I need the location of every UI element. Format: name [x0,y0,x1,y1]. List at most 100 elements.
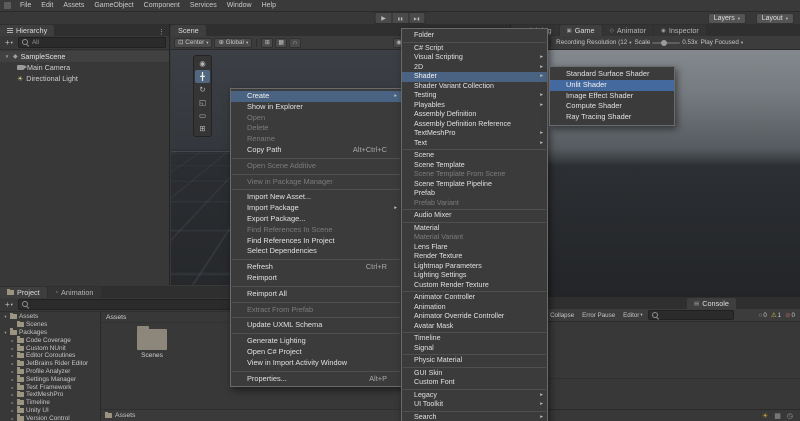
tab-console[interactable]: ▤ Console [687,298,736,309]
menu-item-import-package[interactable]: Import Package ▸ [231,203,401,214]
project-tree-item-editor-coroutines[interactable]: ▸ Editor Coroutines [0,351,100,360]
expand-arrow-icon[interactable]: ▸ [10,385,15,390]
slider-thumb[interactable] [660,39,667,46]
info-badge[interactable]: ○ 0 [758,312,766,319]
menu-assets[interactable]: Assets [58,2,89,9]
menu-item-lens-flare[interactable]: Lens Flare [402,243,547,253]
tab-scene[interactable]: Scene [171,25,206,36]
play-focused-dropdown[interactable]: Play Focused ▾ [701,39,743,46]
move-tool-button[interactable]: ╋ [195,70,210,83]
menu-help[interactable]: Help [257,2,281,9]
menu-item-prefab[interactable]: Prefab [402,189,547,199]
tab-game[interactable]: ▣ Game [559,25,602,36]
menu-item-animator-override-controller[interactable]: Animator Override Controller [402,312,547,322]
project-tree-item-scenes[interactable]: Scenes [0,320,100,329]
project-tree-item-profile-analyzer[interactable]: ▸ Profile Analyzer [0,367,100,376]
menu-item-folder[interactable]: Folder [402,31,547,41]
menu-item-copy-path[interactable]: Copy Path Alt+Ctrl+C [231,145,401,156]
menu-item-assembly-definition-reference[interactable]: Assembly Definition Reference [402,120,547,130]
pivot-dropdown[interactable]: ⊡ Center ▾ [174,37,213,48]
play-button[interactable]: ▶ [374,12,392,24]
menu-edit[interactable]: Edit [36,2,58,9]
menu-item-text[interactable]: Text ▸ [402,139,547,149]
menu-item-view-in-import-activity-window[interactable]: View in Import Activity Window [231,358,401,369]
console-log-area[interactable] [511,322,800,409]
project-tree-item-settings-manager[interactable]: ▸ Settings Manager [0,375,100,383]
cache-icon[interactable]: ▦ [774,412,781,420]
menu-item-legacy[interactable]: Legacy ▸ [402,391,547,401]
transform-tool-button[interactable]: ⊞ [195,122,210,135]
expand-arrow-icon[interactable]: ▸ [10,377,15,382]
menu-item-properties[interactable]: Properties... Alt+P [231,374,401,385]
asset-folder-scenes[interactable]: Scenes [129,326,175,359]
menu-component[interactable]: Component [139,2,185,9]
layers-dropdown[interactable]: Layers ▾ [707,13,746,24]
auto-lighting-icon[interactable]: ☀ [762,412,768,420]
menu-item-create[interactable]: Create ▸ [231,91,401,102]
hierarchy-item-main-camera[interactable]: Main Camera [0,62,169,73]
add-object-button[interactable]: + ▾ [3,38,15,47]
menu-item-lightmap-parameters[interactable]: Lightmap Parameters [402,262,547,272]
menu-item-custom-render-texture[interactable]: Custom Render Texture [402,281,547,291]
collapse-toggle[interactable]: Collapse [547,310,577,320]
tab-project[interactable]: Project [0,287,47,298]
kebab-menu-icon[interactable]: ⋮ [154,28,169,36]
create-asset-button[interactable]: + ▾ [3,300,15,309]
hierarchy-search-input[interactable]: All [17,37,166,48]
menu-item-signal[interactable]: Signal [402,344,547,354]
error-badge[interactable]: ⊘ 0 [785,311,795,320]
menu-item-scene[interactable]: Scene [402,151,547,161]
rotate-tool-button[interactable]: ↻ [195,83,210,96]
layout-dropdown[interactable]: Layout ▾ [755,13,794,24]
menu-item-custom-font[interactable]: Custom Font [402,378,547,388]
tab-hierarchy[interactable]: Hierarchy [0,25,55,36]
step-button[interactable]: ▶▮ [408,12,426,24]
menu-item-render-texture[interactable]: Render Texture [402,252,547,262]
console-search-input[interactable] [647,310,734,320]
expand-arrow-icon[interactable]: ▸ [10,392,15,397]
project-tree-item-test-framework[interactable]: ▸ Test Framework [0,383,100,391]
menu-services[interactable]: Services [185,2,222,9]
menu-item-update-uxml-schema[interactable]: Update UXML Schema [231,320,401,331]
warning-badge[interactable]: ⚠ 1 [771,311,781,320]
project-tree-item-timeline[interactable]: ▸ Timeline [0,398,100,407]
menu-item-2d[interactable]: 2D ▸ [402,63,547,73]
menu-item-shader-variant-collection[interactable]: Shader Variant Collection [402,82,547,92]
project-tree-item-packages[interactable]: ▼ Packages [0,328,100,337]
menu-item-audio-mixer[interactable]: Audio Mixer [402,211,547,221]
orientation-dropdown[interactable]: ⊕ Global ▾ [214,37,253,48]
rect-tool-button[interactable]: ▭ [195,109,210,122]
expand-arrow-icon[interactable]: ▸ [10,400,15,405]
menu-item-import-new-asset[interactable]: Import New Asset... [231,192,401,203]
pause-button[interactable]: ▮▮ [391,12,409,24]
menu-item-animation[interactable]: Animation [402,303,547,313]
menu-window[interactable]: Window [222,2,257,9]
menu-item-animator-controller[interactable]: Animator Controller [402,293,547,303]
menu-item-scene-template-pipeline[interactable]: Scene Template Pipeline [402,180,547,190]
project-tree-item-jetbrains-rider-editor[interactable]: ▸ JetBrains Rider Editor [0,359,100,368]
menu-item-refresh[interactable]: Refresh Ctrl+R [231,262,401,273]
menu-item-testing[interactable]: Testing ▸ [402,91,547,101]
menu-item-search[interactable]: Search ▸ [402,413,547,421]
resolution-dropdown[interactable]: Recording Resolution (12 ▾ [556,39,631,46]
project-tree-item-version-control[interactable]: ▸ Version Control [0,414,100,421]
expand-arrow-icon[interactable]: ▸ [10,338,15,343]
menu-item-timeline[interactable]: Timeline [402,334,547,344]
menu-item-shader[interactable]: Shader ▸ [402,72,547,82]
project-tree-item-custom-nunit[interactable]: ▸ Custom NUnit [0,344,100,352]
menu-file[interactable]: File [15,2,36,9]
menu-item-visual-scripting[interactable]: Visual Scripting ▸ [402,53,547,63]
scale-tool-button[interactable]: ◱ [195,96,210,109]
error-pause-toggle[interactable]: Error Pause [579,310,618,320]
tab-animation[interactable]: ◔ Animation [47,287,101,298]
expand-arrow-icon[interactable]: ▸ [10,346,15,351]
menu-item-ray-tracing-shader[interactable]: Ray Tracing Shader [550,112,674,123]
expand-arrow-icon[interactable]: ▼ [4,54,10,59]
menu-item-export-package[interactable]: Export Package... [231,214,401,225]
snap-grid-button[interactable]: ▦ [275,37,288,48]
menu-item-compute-shader[interactable]: Compute Shader [550,101,674,112]
menu-item-gui-skin[interactable]: GUI Skin [402,369,547,379]
menu-item-reimport-all[interactable]: Reimport All [231,289,401,300]
menu-item-material[interactable]: Material [402,224,547,234]
menu-item-assembly-definition[interactable]: Assembly Definition [402,110,547,120]
